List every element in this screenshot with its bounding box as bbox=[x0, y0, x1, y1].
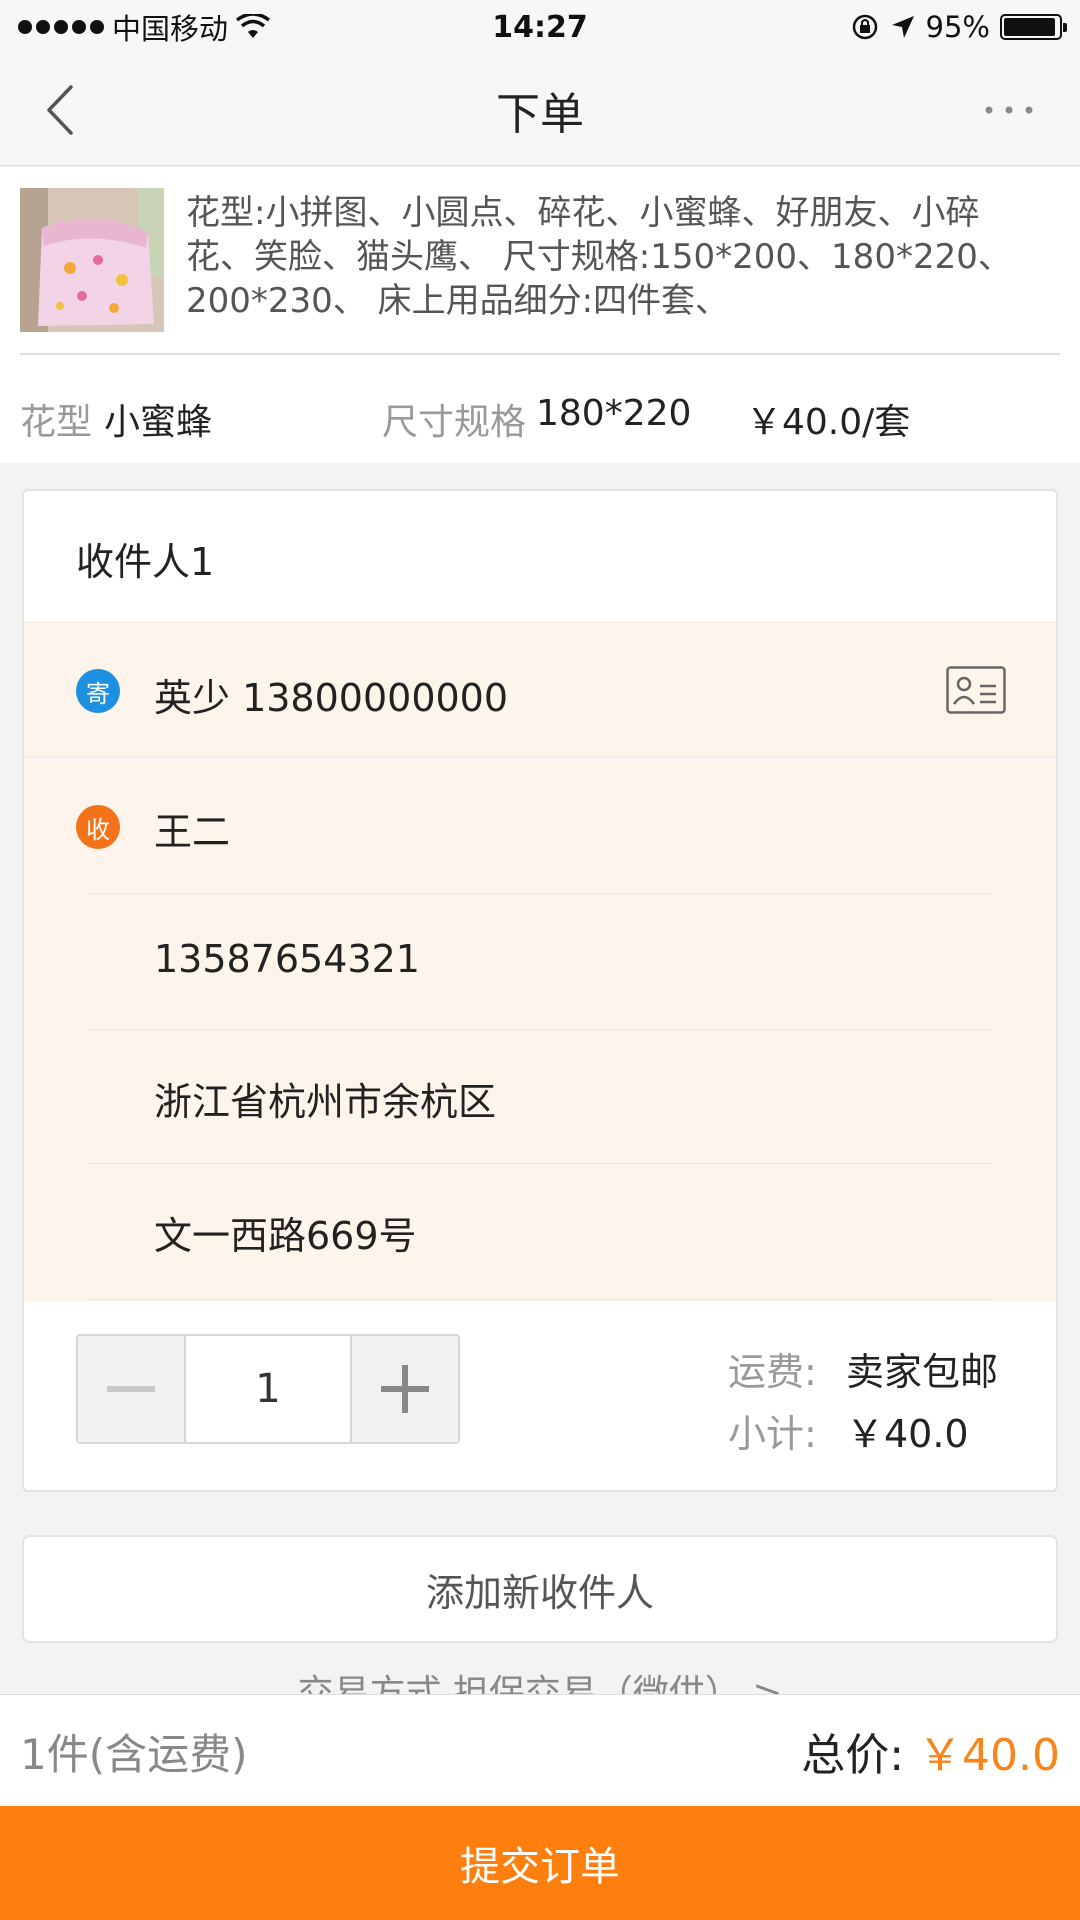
fee-summary: 运费: 卖家包邮 小计: ￥40.0 bbox=[728, 1341, 1008, 1465]
divider bbox=[88, 1299, 992, 1300]
size-label: 尺寸规格 bbox=[382, 402, 527, 443]
pattern-value: 小蜜蜂 bbox=[104, 402, 213, 443]
divider bbox=[88, 1029, 992, 1030]
sender-row[interactable]: 寄 英少 13800000000 bbox=[24, 622, 1056, 758]
selected-spec-row: 花型 小蜜蜂 尺寸规格 180*220 ￥40.0/套 bbox=[20, 373, 1060, 473]
quilt-picture-icon bbox=[20, 188, 164, 332]
battery-percent: 95% bbox=[925, 10, 990, 44]
receiver-card: 收件人1 寄 英少 13800000000 收 王二 13587654321 浙… bbox=[22, 489, 1058, 1492]
receiver-street-field[interactable]: 文一西路669号 bbox=[154, 1205, 417, 1260]
back-button[interactable] bbox=[30, 80, 90, 140]
item-count: 1件(含运费) bbox=[20, 1730, 248, 1779]
status-bar: 中国移动 14:27 95% bbox=[0, 0, 1080, 54]
more-horizontal-icon bbox=[985, 106, 1033, 114]
product-image[interactable] bbox=[20, 188, 164, 332]
subtotal-value: ￥40.0 bbox=[846, 1412, 969, 1456]
divider bbox=[88, 893, 992, 894]
submit-order-button[interactable]: 提交订单 bbox=[0, 1806, 1080, 1920]
signal-dots-icon bbox=[18, 20, 104, 34]
location-arrow-icon bbox=[891, 16, 914, 38]
plus-icon bbox=[381, 1365, 429, 1413]
battery-icon bbox=[1000, 14, 1067, 40]
shipping-label: 运费: bbox=[728, 1350, 817, 1394]
divider bbox=[20, 353, 1060, 355]
page-title: 下单 bbox=[496, 88, 584, 140]
divider bbox=[88, 1163, 992, 1164]
sender-badge: 寄 bbox=[76, 669, 120, 713]
receiver-phone-field[interactable]: 13587654321 bbox=[154, 937, 420, 981]
chevron-left-icon bbox=[47, 85, 73, 135]
sender-info: 英少 13800000000 bbox=[154, 676, 509, 720]
carrier-name: 中国移动 bbox=[112, 12, 229, 46]
quantity-and-fee: 1 运费: 卖家包邮 小计: ￥40.0 bbox=[24, 1301, 1056, 1490]
order-summary-bar: 1件(含运费) 总价: ￥40.0 bbox=[0, 1694, 1080, 1806]
increase-button[interactable] bbox=[352, 1336, 458, 1442]
total-price: 总价: ￥40.0 bbox=[801, 1719, 1060, 1783]
product-description: 花型:小拼图、小圆点、碎花、小蜜蜂、好朋友、小碎花、笑脸、猫头鹰、 尺寸规格:1… bbox=[186, 193, 1012, 321]
product-section: 花型:小拼图、小圆点、碎花、小蜜蜂、好朋友、小碎花、笑脸、猫头鹰、 尺寸规格:1… bbox=[0, 167, 1080, 463]
rotation-lock-icon bbox=[852, 14, 877, 40]
receiver-badge: 收 bbox=[76, 805, 120, 849]
receiver-name-field[interactable]: 王二 bbox=[154, 801, 230, 856]
unit-price: ￥40.0/套 bbox=[746, 402, 911, 443]
size-value: 180*220 bbox=[536, 393, 692, 434]
pattern-label: 花型 bbox=[20, 402, 93, 443]
add-receiver-button[interactable]: 添加新收件人 bbox=[22, 1535, 1058, 1643]
subtotal-label: 小计: bbox=[728, 1412, 817, 1456]
contact-card-icon[interactable] bbox=[946, 666, 1006, 714]
decrease-button[interactable] bbox=[78, 1336, 184, 1442]
quantity-input[interactable]: 1 bbox=[184, 1336, 352, 1442]
wifi-icon bbox=[236, 14, 271, 38]
quantity-stepper: 1 bbox=[76, 1334, 460, 1444]
total-label: 总价: bbox=[801, 1730, 905, 1781]
total-value: ￥40.0 bbox=[918, 1730, 1060, 1781]
order-screen: 中国移动 14:27 95% 下单 花型:小拼图、小圆点、碎花、小蜜蜂、好朋友、… bbox=[0, 0, 1080, 1920]
receiver-card-title: 收件人1 bbox=[76, 540, 215, 584]
shipping-value: 卖家包邮 bbox=[846, 1350, 999, 1394]
nav-bar: 下单 bbox=[0, 54, 1080, 166]
receiver-block: 收 王二 13587654321 浙江省杭州市余杭区 文一西路669号 bbox=[24, 759, 1056, 1301]
receiver-region-field[interactable]: 浙江省杭州市余杭区 bbox=[154, 1071, 496, 1126]
minus-icon bbox=[107, 1386, 155, 1392]
more-button[interactable] bbox=[974, 80, 1044, 140]
